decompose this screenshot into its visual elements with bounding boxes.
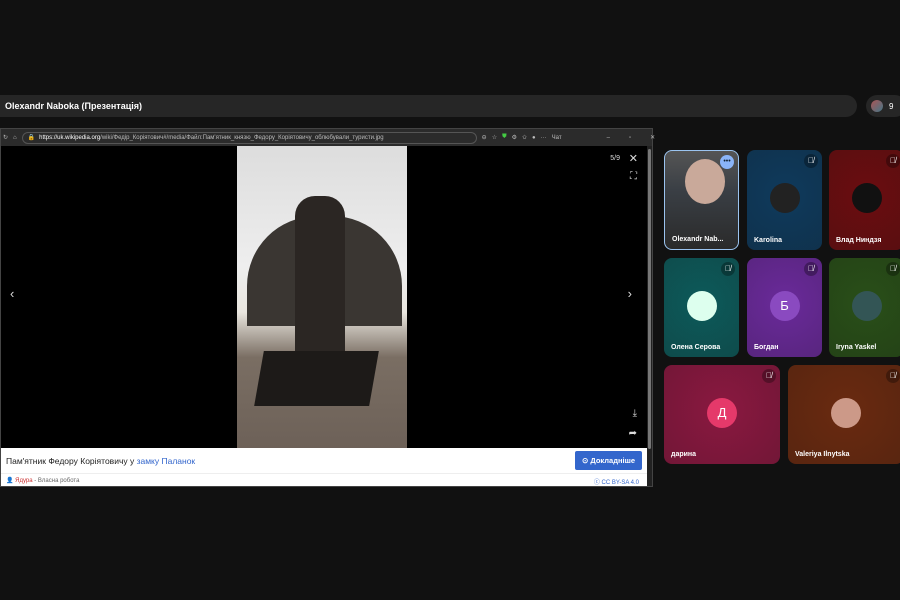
lock-icon: 🔒 <box>27 135 36 141</box>
url-host: https://uk.wikipedia.org <box>39 134 101 141</box>
presenter-title: Olexandr Naboka (Презентація) <box>5 101 142 111</box>
mic-off-icon: 🎙̸ <box>804 154 818 168</box>
avatar <box>851 290 882 321</box>
participant-tile[interactable]: 🎙̸ Ддарина <box>664 365 780 464</box>
scrollbar[interactable] <box>647 146 652 486</box>
participant-name: Iryna Yaskel <box>836 344 877 351</box>
avatar <box>831 397 861 428</box>
zoom-icon[interactable]: ⊖ <box>482 134 487 141</box>
speaking-icon: ••• <box>720 155 734 169</box>
next-arrow-icon[interactable]: › <box>628 286 632 301</box>
close-window-icon[interactable]: ✕ <box>650 134 655 141</box>
participant-tile[interactable]: 🎙̸ Karolina <box>747 150 822 250</box>
reload-icon[interactable]: ↻ <box>3 134 8 141</box>
author-link[interactable]: Ядура <box>15 478 32 484</box>
participant-name: Olexandr Nab... <box>672 236 724 243</box>
close-icon[interactable]: ✕ <box>629 152 638 165</box>
download-icon[interactable]: ⤓ <box>633 408 637 419</box>
browser-toolbar: ↻ ⌂ 🔒 https://uk.wikipedia.org/wiki/Федір… <box>1 129 655 146</box>
author-suffix: - Власна робота <box>32 478 80 484</box>
mic-off-icon: 🎙̸ <box>886 369 900 383</box>
statue-photo <box>237 146 407 448</box>
participant-count: 9 <box>889 101 894 111</box>
minimize-icon[interactable]: – <box>607 135 610 141</box>
star-icon[interactable]: ☆ <box>492 134 497 141</box>
participant-tile[interactable]: 🎙̸ Б Богдан <box>747 258 822 357</box>
home-icon[interactable]: ⌂ <box>13 135 17 141</box>
address-bar[interactable]: 🔒 https://uk.wikipedia.org/wiki/Федір_Кор… <box>21 131 477 144</box>
participant-tile[interactable]: 🎙̸ Iryna Yaskel <box>829 258 900 357</box>
mic-off-icon: 🎙̸ <box>721 262 735 276</box>
fullscreen-icon[interactable]: ⛶ <box>630 171 637 182</box>
image-caption: Пам'ятник Федору Коріятовичу у замку Пал… <box>1 448 647 473</box>
maximize-icon[interactable]: ▫ <box>629 135 631 141</box>
avatar: Б <box>769 290 800 321</box>
image-attribution: 👤 Ядура - Власна робота ⓒ CC BY-SA 4.0 <box>1 473 647 486</box>
participant-tile[interactable]: 🎙̸ Valeriya Ilnytska <box>788 365 900 464</box>
license-label: CC BY-SA 4.0 <box>601 480 639 486</box>
participant-tile[interactable]: 🎙̸ Олена Серова <box>664 258 739 357</box>
shared-browser-window: ↻ ⌂ 🔒 https://uk.wikipedia.org/wiki/Федір… <box>0 128 655 487</box>
caption-link[interactable]: замку Паланок <box>137 456 196 466</box>
mic-off-icon: 🎙̸ <box>762 369 776 383</box>
favorites-icon[interactable]: ✩ <box>522 134 527 141</box>
avatar: Д <box>707 397 737 428</box>
share-icon[interactable]: ➦ <box>629 428 637 439</box>
url-path: /wiki/Федір_Коріятович#/media/Файл:Пам'я… <box>100 134 384 141</box>
participant-name: Влад Ниндзя <box>836 237 882 244</box>
participant-name: Valeriya Ilnytska <box>795 451 850 458</box>
cc-icon: ⓒ <box>593 480 602 486</box>
video-feed <box>685 159 725 204</box>
more-details-button[interactable]: ⊙ Докладніше <box>575 451 642 470</box>
chat-button[interactable]: Чат <box>552 135 562 141</box>
avatar <box>851 183 882 213</box>
avatar <box>686 290 717 321</box>
caption-text: Пам'ятник Федору Коріятовичу у <box>6 456 137 466</box>
participants-button[interactable]: 9 <box>866 95 900 117</box>
prev-arrow-icon[interactable]: ‹ <box>10 286 14 301</box>
participant-name: Karolina <box>754 237 783 244</box>
media-viewer: 5/9 ✕ ⛶ ‹ › ⤓ ➦ <box>1 146 652 448</box>
extensions-icon[interactable]: ⚙ <box>512 134 517 141</box>
avatar <box>871 100 883 112</box>
shield-icon[interactable]: ⛊ <box>502 134 507 141</box>
mic-off-icon: 🎙̸ <box>886 154 900 168</box>
mic-off-icon: 🎙̸ <box>886 262 900 276</box>
more-details-label: Докладніше <box>590 456 635 465</box>
user-icon: 👤 <box>6 478 16 484</box>
profile-icon[interactable]: ● <box>532 135 536 141</box>
avatar <box>769 183 800 213</box>
participant-tile[interactable]: 🎙̸ Влад Ниндзя <box>829 150 900 250</box>
participant-tile[interactable]: ••• Olexandr Nab... <box>664 150 739 250</box>
presentation-title-bar: Olexandr Naboka (Презентація) <box>0 95 857 117</box>
mic-off-icon: 🎙̸ <box>804 262 818 276</box>
more-icon[interactable]: ··· <box>541 135 547 141</box>
participant-name: Олена Серова <box>671 344 721 351</box>
license-link[interactable]: ⓒ CC BY-SA 4.0 <box>594 477 639 486</box>
image-counter: 5/9 <box>610 155 620 162</box>
participant-name: дарина <box>671 451 697 458</box>
participant-name: Богдан <box>754 344 779 351</box>
